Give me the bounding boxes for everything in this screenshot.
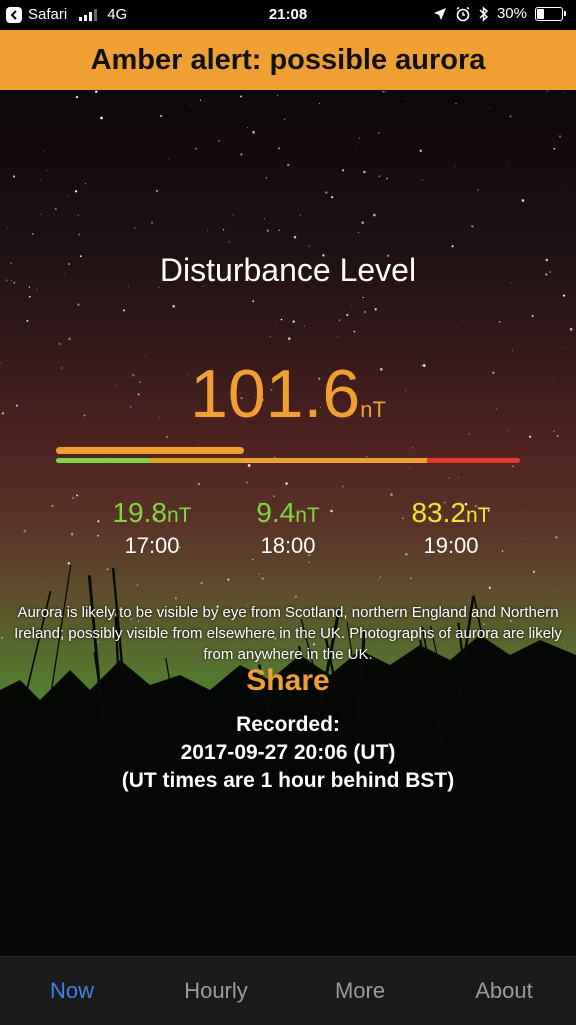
now-panel: Disturbance Level 101.6nT 19.8nT 17:00 9…	[0, 0, 576, 1024]
history-unit: nT	[295, 504, 320, 527]
history-time: 19:00	[423, 533, 479, 558]
aurora-visibility-description: Aurora is likely to be visible by eye fr…	[14, 604, 562, 663]
scale-segment	[56, 458, 149, 463]
scale-segment	[241, 458, 428, 463]
tab-hourly[interactable]: Hourly	[144, 957, 288, 1025]
disturbance-reading: 101.6nT	[0, 355, 576, 433]
disturbance-title: Disturbance Level	[159, 252, 417, 288]
history-value: 83.2	[411, 497, 466, 528]
recorded-time: 2017-09-27 20:06 (UT)	[180, 741, 396, 764]
disturbance-scale-bar	[56, 458, 520, 463]
scale-segment	[427, 458, 520, 463]
history-unit: nT	[465, 504, 491, 527]
recorded-info: Recorded: 2017-09-27 20:06 (UT) (UT time…	[0, 711, 576, 795]
time-zone-note: (UT times are 1 hour behind BST)	[121, 769, 455, 792]
recorded-label: Recorded:	[236, 713, 340, 736]
tab-more[interactable]: More	[288, 957, 432, 1025]
disturbance-unit: nT	[360, 397, 386, 422]
tab-about[interactable]: About	[432, 957, 576, 1025]
history-item-1800: 9.4nT 18:00	[208, 497, 368, 559]
history-item-1900: 83.2nT 19:00	[371, 497, 531, 559]
share-button[interactable]: Share	[0, 664, 576, 698]
history-value: 19.8	[112, 497, 167, 528]
scale-segment	[148, 458, 242, 463]
history-value: 9.4	[256, 497, 296, 528]
history-time: 18:00	[260, 533, 316, 558]
tab-now[interactable]: Now	[0, 957, 144, 1025]
disturbance-level-bar	[56, 447, 244, 454]
history-unit: nT	[166, 504, 192, 527]
disturbance-value: 101.6	[190, 356, 361, 432]
tab-bar: Now Hourly More About	[0, 956, 576, 1025]
